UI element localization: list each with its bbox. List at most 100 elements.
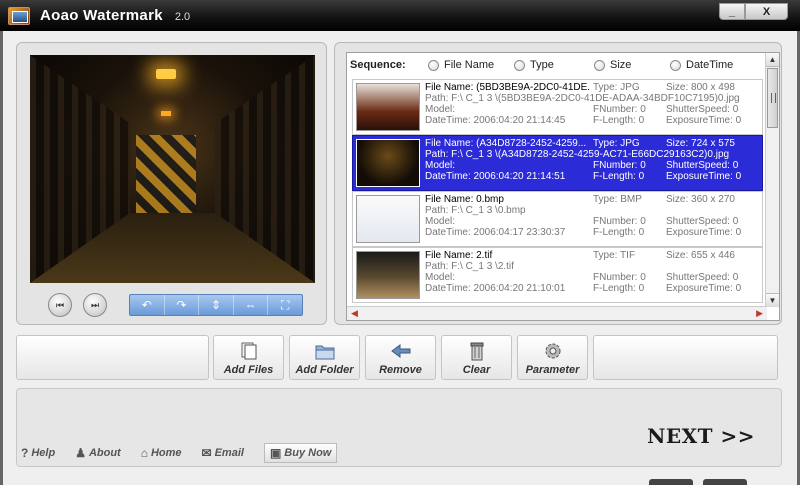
file-thumbnail (356, 83, 420, 131)
file-path: Path: F:\ C_1 3 \(5BD3BE9A-2DC0-41DE-ADA… (425, 93, 740, 104)
app-title: Aoao Watermark (40, 7, 163, 24)
file-name: File Name: (A34D8728-2452-4259... (425, 138, 587, 149)
flip-vertical-icon: ⇕ (210, 298, 222, 312)
about-label: About (88, 447, 121, 459)
gear-icon (545, 343, 560, 359)
window-controls: _ X (719, 3, 788, 20)
flip-horizontal-button[interactable]: ⇔ (234, 295, 269, 315)
preview-panel: ⏮ ⏭ ↶ ↷ ⇕ ⇔ ⛶ (16, 42, 327, 325)
sort-size-option[interactable]: Size (594, 59, 670, 71)
title-bar: Aoao Watermark 2.0 _ X (0, 0, 800, 31)
file-fnumber: FNumber: 0 (593, 216, 646, 227)
sort-option-label: Type (530, 59, 554, 71)
scroll-left-icon[interactable]: ◀ (351, 308, 358, 319)
about-link[interactable]: ♟ About (75, 446, 121, 460)
question-icon: ? (21, 446, 29, 460)
close-button[interactable]: X (745, 3, 788, 20)
app-logo-icon (8, 6, 30, 25)
email-link[interactable]: ✉ Email (202, 446, 244, 460)
add-files-label: Add Files (223, 364, 274, 376)
previous-image-button[interactable]: ⏮ (48, 293, 72, 317)
radio-button[interactable] (594, 59, 605, 71)
next-button[interactable]: NEXT >> (647, 424, 755, 448)
bottom-tab (649, 479, 693, 485)
file-datetime: DateTime: 2006:04:17 23:30:37 (425, 227, 566, 238)
cart-icon: ▣ (269, 446, 282, 460)
action-bar-filler (593, 335, 778, 380)
fit-button[interactable]: ⛶ (268, 295, 302, 315)
file-path: Path: F:\ C_1 3 \0.bmp (425, 205, 526, 216)
file-model: Model: (425, 104, 456, 115)
file-row-selected[interactable]: File Name: (A34D8728-2452-4259... Type: J… (352, 135, 763, 191)
file-row[interactable]: File Name: (5BD3BE9A-2DC0-41DE. Type: JPG… (352, 79, 763, 135)
file-name: File Name: (5BD3BE9A-2DC0-41DE. (425, 82, 591, 93)
file-thumbnail (356, 251, 420, 299)
clear-button[interactable]: Clear (441, 335, 512, 380)
file-shutter: ShutterSpeed: 0 (666, 160, 739, 171)
sort-datetime-option[interactable]: DateTime (670, 59, 733, 71)
sort-filename-option[interactable]: File Name (428, 59, 514, 71)
rotate-left-button[interactable]: ↶ (130, 295, 165, 315)
radio-button[interactable] (428, 59, 439, 71)
file-path: Path: F:\ C_1 3 \2.tif (425, 261, 514, 272)
file-type: Type: TIF (593, 250, 636, 261)
file-size: Size: 724 x 575 (666, 138, 735, 149)
scroll-right-icon[interactable]: ▶ (756, 308, 763, 319)
app-version: 2.0 (174, 10, 191, 23)
sort-option-label: File Name (444, 59, 495, 71)
file-type: Type: JPG (593, 138, 640, 149)
sort-option-label: Size (610, 59, 632, 71)
home-link[interactable]: ⌂ Home (141, 446, 182, 460)
file-exposure: ExposureTime: 0 (666, 171, 742, 182)
add-files-button[interactable]: Add Files (213, 335, 284, 380)
horizontal-scrollbar[interactable]: ◀ ▶ (347, 306, 767, 320)
vertical-scrollbar[interactable]: ▲ ▼ (765, 53, 779, 307)
file-fnumber: FNumber: 0 (593, 272, 646, 283)
next-image-button[interactable]: ⏭ (83, 293, 107, 317)
file-size: Size: 800 x 498 (666, 82, 735, 93)
email-label: Email (214, 447, 244, 459)
remove-label: Remove (379, 364, 422, 376)
trash-icon (470, 342, 483, 361)
file-exposure: ExposureTime: 0 (666, 283, 742, 294)
file-row[interactable]: File Name: 2.tif Type: TIF Size: 655 x 446… (352, 247, 763, 303)
sort-option-label: DateTime (686, 59, 734, 71)
undo-icon: ↶ (141, 298, 152, 312)
flip-horizontal-icon: ⇔ (244, 298, 257, 312)
file-path: Path: F:\ C_1 3 \(A34D8728-2452-4259-AC7… (425, 149, 730, 160)
buy-now-label: Buy Now (284, 447, 332, 459)
person-icon: ♟ (75, 446, 86, 460)
add-folder-button[interactable]: Add Folder (289, 335, 360, 380)
parameter-button[interactable]: Parameter (517, 335, 588, 380)
envelope-icon: ✉ (201, 446, 212, 460)
flip-vertical-button[interactable]: ⇕ (199, 295, 234, 315)
remove-icon (390, 344, 410, 358)
file-datetime: DateTime: 2006:04:20 21:10:01 (425, 283, 566, 294)
file-type: Type: BMP (593, 194, 642, 205)
radio-button[interactable] (670, 59, 681, 71)
remove-button[interactable]: Remove (365, 335, 436, 380)
file-row[interactable]: File Name: 0.bmp Type: BMP Size: 360 x 270… (352, 191, 763, 247)
add-folder-label: Add Folder (295, 364, 354, 376)
file-shutter: ShutterSpeed: 0 (666, 216, 739, 227)
scroll-thumb[interactable] (767, 68, 778, 128)
minimize-button[interactable]: _ (719, 3, 745, 20)
file-type: Type: JPG (593, 82, 640, 93)
file-name: File Name: 2.tif (425, 250, 493, 261)
sort-type-option[interactable]: Type (514, 59, 594, 71)
scroll-up-icon[interactable]: ▲ (766, 53, 779, 67)
buy-now-button[interactable]: ▣ Buy Now (263, 443, 338, 463)
file-flength: F-Length: 0 (593, 171, 645, 182)
footer-links: ? Help ♟ About ⌂ Home ✉ Email ▣ Buy Now (21, 443, 357, 463)
file-datetime: DateTime: 2006:04:20 21:14:51 (425, 171, 566, 182)
radio-button[interactable] (514, 59, 525, 71)
scroll-down-icon[interactable]: ▼ (766, 293, 779, 307)
rotate-right-button[interactable]: ↷ (165, 295, 200, 315)
file-size: Size: 655 x 446 (666, 250, 735, 261)
add-files-icon (241, 342, 256, 360)
skip-forward-icon: ⏭ (90, 299, 100, 310)
sequence-label: Sequence: (350, 59, 406, 71)
help-link[interactable]: ? Help (21, 446, 55, 460)
skip-back-icon: ⏮ (55, 299, 65, 310)
parameter-label: Parameter (525, 364, 580, 376)
